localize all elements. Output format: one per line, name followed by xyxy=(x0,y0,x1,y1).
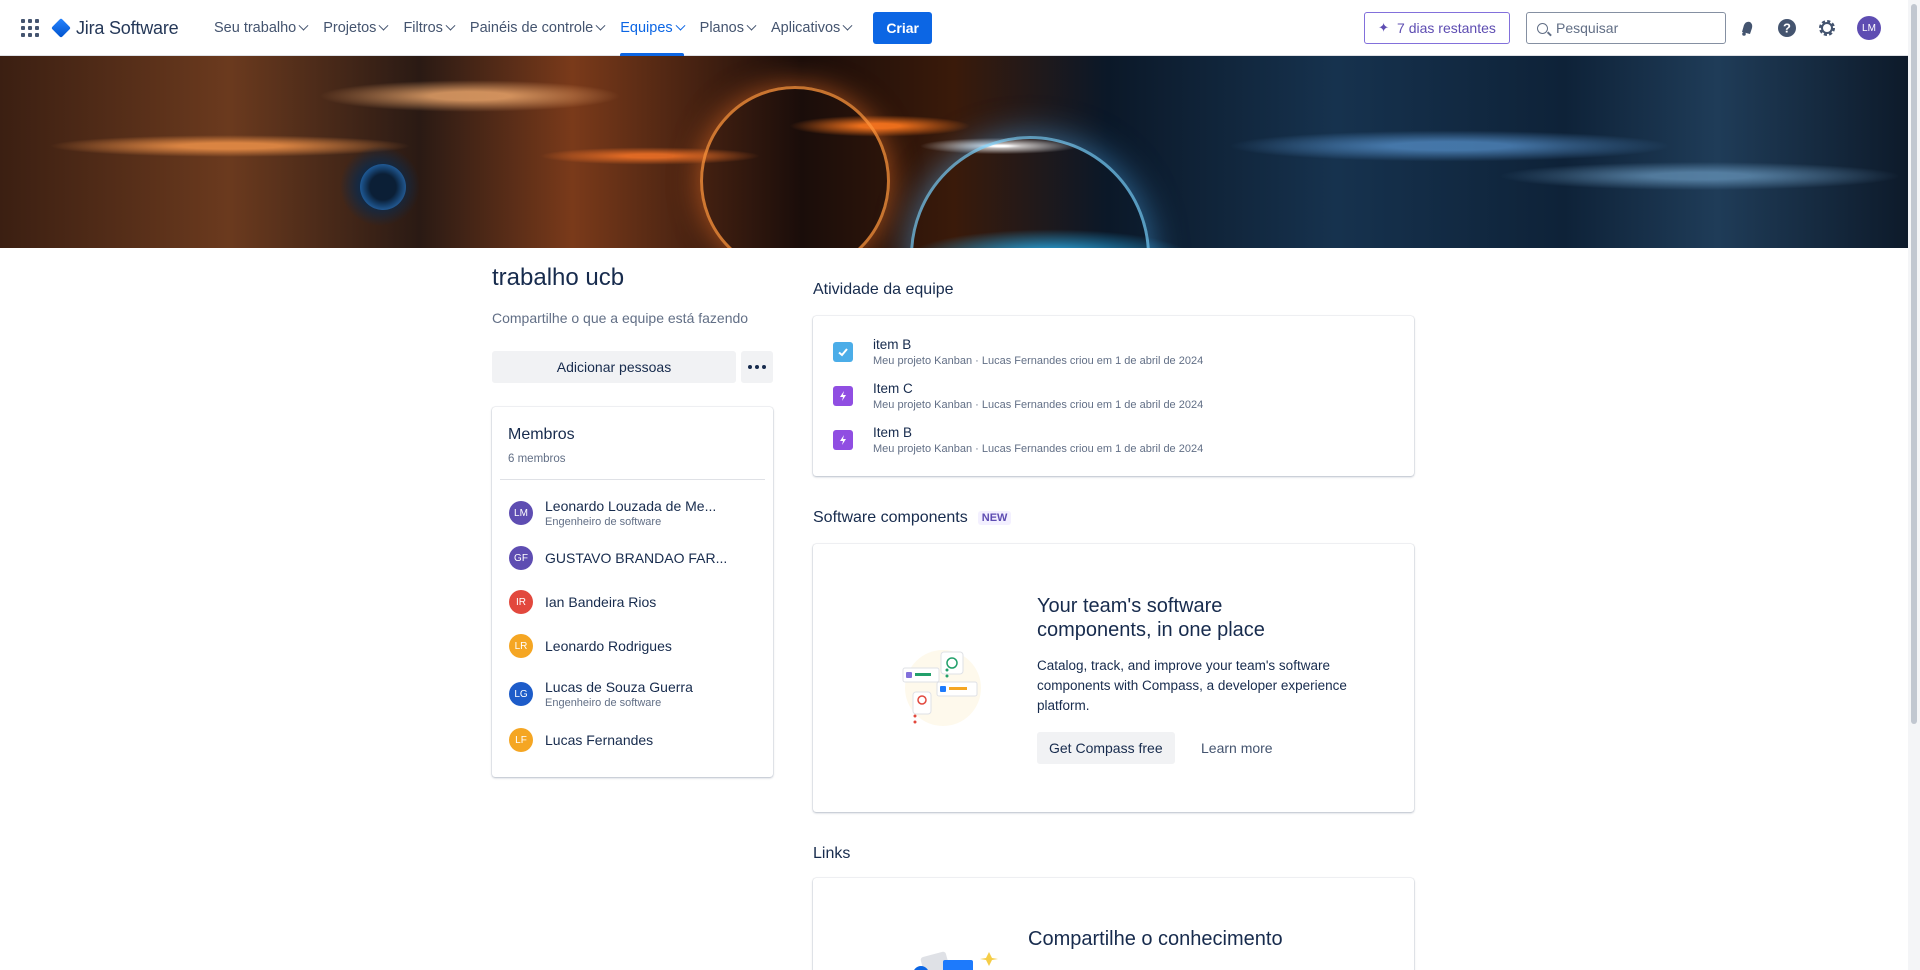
product-name: Jira Software xyxy=(76,17,179,38)
avatar: LF xyxy=(509,728,533,752)
member-role: Engenheiro de software xyxy=(545,516,662,528)
app-switcher-icon[interactable] xyxy=(20,18,40,38)
page-scrollbar[interactable] xyxy=(1908,0,1920,970)
task-checkbox-icon xyxy=(833,342,853,362)
jira-logo[interactable]: Jira Software xyxy=(51,17,179,39)
member-item[interactable]: GF GUSTAVO BRANDAO FAR... xyxy=(500,538,765,578)
member-item[interactable]: LF Lucas Fernandes xyxy=(500,720,765,760)
menu-planos[interactable]: Planos xyxy=(692,0,763,56)
member-item[interactable]: LM Leonardo Louzada de Me... Engenheiro d… xyxy=(500,493,765,533)
more-actions-button[interactable] xyxy=(741,351,773,383)
menu-paineis[interactable]: Painéis de controle xyxy=(462,0,612,56)
activity-section-title: Atividade da equipe xyxy=(813,281,954,299)
chevron-down-icon xyxy=(298,20,309,31)
member-name: GUSTAVO BRANDAO FAR... xyxy=(545,550,728,566)
main-menu: Seu trabalho Projetos Filtros Painéis de… xyxy=(206,0,932,56)
links-card: Compartilhe o conhecimento xyxy=(813,878,1414,970)
avatar: LG xyxy=(509,682,533,706)
new-badge: NEW xyxy=(977,511,1012,525)
section-title-text: Links xyxy=(813,845,851,862)
member-name: Lucas Fernandes xyxy=(545,732,654,748)
activity-card: item B Meu projeto Kanban · Lucas Fernand… xyxy=(813,316,1414,476)
divider xyxy=(500,479,765,480)
menu-label: Planos xyxy=(699,20,744,36)
avatar: LM xyxy=(509,501,533,525)
trial-button[interactable]: ✦ 7 dias restantes xyxy=(1364,12,1510,44)
chevron-down-icon xyxy=(595,20,606,31)
chevron-down-icon xyxy=(842,20,853,31)
avatar: GF xyxy=(509,546,533,570)
menu-label: Projetos xyxy=(323,20,377,36)
activity-item[interactable]: Item B Meu projeto Kanban · Lucas Fernand… xyxy=(833,420,1403,460)
member-name: Ian Bandeira Rios xyxy=(545,594,657,610)
compass-promo-card: Your team's software components, in one … xyxy=(813,544,1414,812)
links-heading: Compartilhe o conhecimento xyxy=(1028,928,1283,950)
compass-components-illustration xyxy=(902,650,981,726)
compass-description: Catalog, track, and improve your team's … xyxy=(1037,658,1347,713)
activity-item[interactable]: Item C Meu projeto Kanban · Lucas Fernand… xyxy=(833,376,1403,416)
menu-projetos[interactable]: Projetos xyxy=(315,0,395,56)
team-description[interactable]: Compartilhe o que a equipe está fazendo xyxy=(492,310,748,326)
settings-gear-icon[interactable] xyxy=(1814,15,1840,41)
help-icon[interactable]: ? xyxy=(1774,15,1800,41)
member-item[interactable]: LG Lucas de Souza Guerra Engenheiro de so… xyxy=(500,674,765,714)
member-name: Lucas de Souza Guerra xyxy=(545,679,693,695)
chevron-down-icon xyxy=(445,20,456,31)
learn-more-button[interactable]: Learn more xyxy=(1189,732,1285,764)
menu-label: Painéis de controle xyxy=(469,20,594,36)
team-name[interactable]: trabalho ucb xyxy=(492,264,624,292)
compass-heading: Your team's software components, in one … xyxy=(1037,595,1265,641)
member-item[interactable]: LR Leonardo Rodrigues xyxy=(500,626,765,666)
members-card: Membros 6 membros LM Leonardo Louzada de… xyxy=(492,407,773,777)
section-title-text: Software components xyxy=(813,509,968,526)
team-header-image xyxy=(0,56,1908,248)
menu-label: Filtros xyxy=(403,20,443,36)
top-navigation: Jira Software Seu trabalho Projetos Filt… xyxy=(0,0,1908,56)
jira-diamond-icon xyxy=(51,18,71,38)
menu-equipes[interactable]: Equipes xyxy=(612,0,691,56)
epic-lightning-icon xyxy=(833,386,853,406)
menu-filtros[interactable]: Filtros xyxy=(395,0,461,56)
search-icon xyxy=(1537,22,1548,34)
menu-label: Aplicativos xyxy=(771,20,841,36)
members-count: 6 membros xyxy=(508,453,566,465)
chevron-down-icon xyxy=(675,20,686,31)
members-title: Membros xyxy=(508,426,575,443)
sparkle-icon: ✦ xyxy=(1378,20,1390,35)
avatar: LR xyxy=(509,634,533,658)
activity-meta: Meu projeto Kanban · Lucas Fernandes cri… xyxy=(873,399,1204,411)
add-people-button[interactable]: Adicionar pessoas xyxy=(492,351,736,383)
avatar: IR xyxy=(509,590,533,614)
activity-meta: Meu projeto Kanban · Lucas Fernandes cri… xyxy=(873,355,1204,367)
activity-item[interactable]: item B Meu projeto Kanban · Lucas Fernand… xyxy=(833,332,1403,372)
chevron-down-icon xyxy=(378,20,389,31)
scrollbar-thumb[interactable] xyxy=(1911,4,1917,724)
epic-lightning-icon xyxy=(833,430,853,450)
get-compass-button[interactable]: Get Compass free xyxy=(1037,732,1175,764)
search-input[interactable] xyxy=(1556,20,1716,36)
activity-title: item B xyxy=(873,337,912,352)
section-title-text: Atividade da equipe xyxy=(813,281,954,298)
trial-label: 7 dias restantes xyxy=(1397,20,1496,36)
activity-title: Item C xyxy=(873,381,913,396)
activity-meta: Meu projeto Kanban · Lucas Fernandes cri… xyxy=(873,443,1204,455)
create-button[interactable]: Criar xyxy=(873,12,932,44)
member-item[interactable]: IR Ian Bandeira Rios xyxy=(500,582,765,622)
notifications-bell-icon[interactable] xyxy=(1734,15,1760,41)
member-name: Leonardo Rodrigues xyxy=(545,638,672,654)
components-section-title: Software components NEW xyxy=(813,509,1012,527)
menu-seu-trabalho[interactable]: Seu trabalho xyxy=(206,0,315,56)
menu-label: Equipes xyxy=(620,20,673,36)
menu-aplicativos[interactable]: Aplicativos xyxy=(763,0,859,56)
user-avatar[interactable]: LM xyxy=(1857,16,1881,40)
share-knowledge-illustration xyxy=(914,951,998,970)
member-role: Engenheiro de software xyxy=(545,697,662,709)
chevron-down-icon xyxy=(746,20,757,31)
activity-title: Item B xyxy=(873,425,913,440)
svg-text:?: ? xyxy=(1783,21,1791,36)
links-section-title: Links xyxy=(813,845,850,863)
menu-label: Seu trabalho xyxy=(214,20,297,36)
search-box[interactable] xyxy=(1526,12,1726,44)
member-name: Leonardo Louzada de Me... xyxy=(545,498,717,514)
